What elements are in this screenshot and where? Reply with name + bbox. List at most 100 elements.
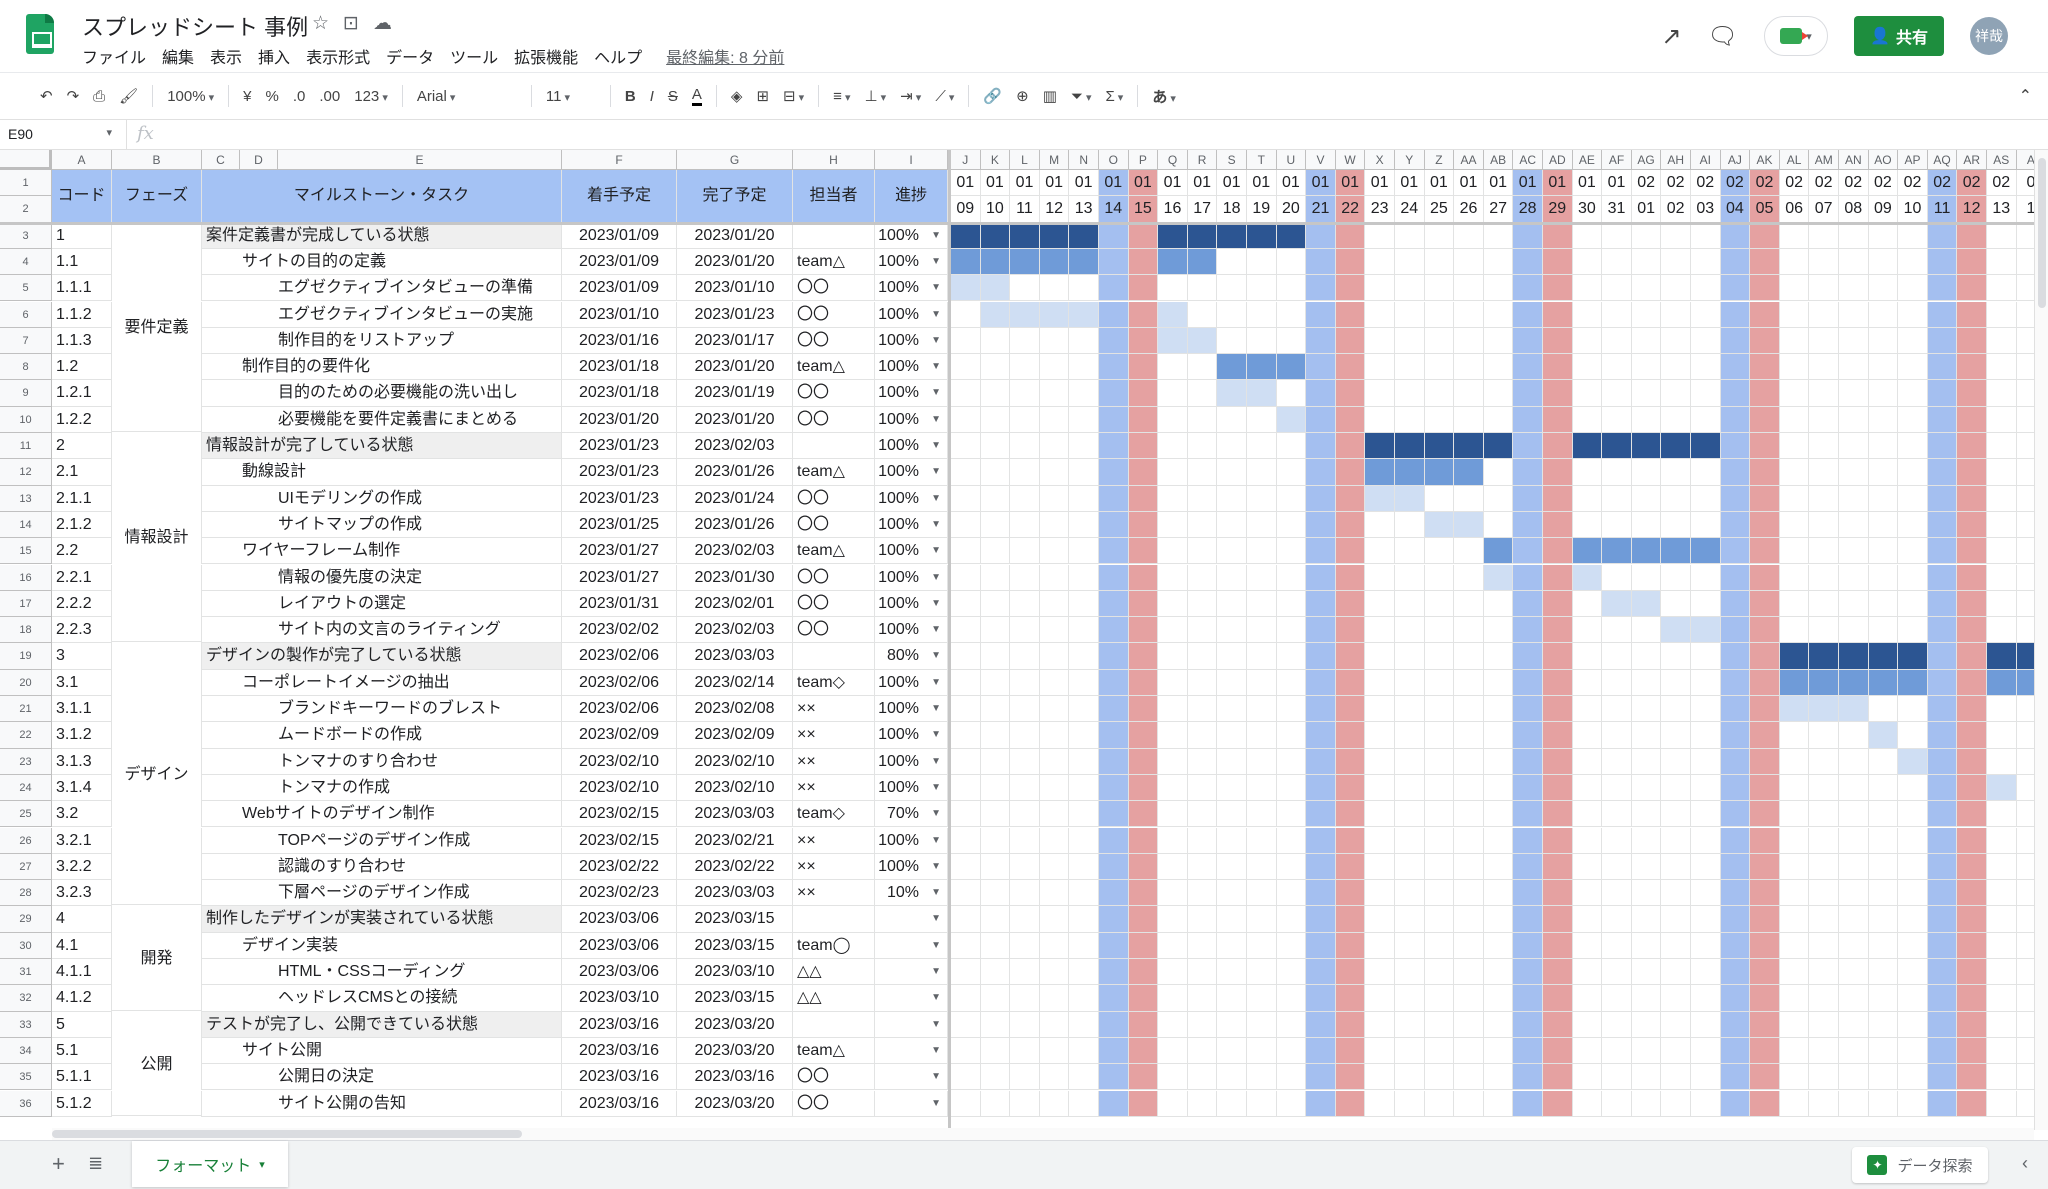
owner-cell[interactable]: 〇〇 [793,564,875,591]
gantt-cell[interactable] [2016,880,2034,907]
gantt-cell[interactable] [1276,564,1307,591]
gantt-cell[interactable] [1010,801,1040,828]
column-header[interactable]: X [1365,150,1395,170]
gantt-cell[interactable] [1158,774,1188,802]
gantt-cell[interactable] [1365,774,1395,802]
gantt-cell[interactable] [1217,801,1247,828]
progress-cell[interactable]: 100% ▼ [875,433,948,460]
gantt-cell[interactable] [1276,722,1307,749]
gantt-cell[interactable] [1010,433,1040,460]
gantt-cell[interactable] [1957,959,1987,986]
gantt-cell[interactable] [1927,643,1958,670]
dropdown-arrow-icon[interactable]: ▼ [931,933,941,959]
gantt-cell[interactable] [1720,1011,1751,1038]
gantt-cell[interactable] [1839,906,1869,933]
gantt-cell[interactable] [1247,932,1277,959]
gantt-cell[interactable] [1010,248,1040,276]
column-header[interactable]: Q [1158,150,1188,170]
gantt-cell[interactable] [1631,485,1662,512]
gantt-cell[interactable] [2016,1011,2034,1038]
gantt-cell[interactable] [1809,485,1839,512]
column-header[interactable]: H [793,150,875,170]
gantt-cell[interactable] [1957,327,1987,355]
gantt-cell[interactable] [1187,1090,1218,1117]
owner-cell[interactable]: team△ [793,248,875,276]
column-header[interactable]: AE [1572,150,1603,170]
gantt-cell[interactable] [1335,801,1366,828]
gantt-cell[interactable] [1010,1037,1040,1065]
gantt-cell[interactable] [1868,774,1899,802]
gantt-cell[interactable] [1099,327,1129,355]
gantt-cell[interactable] [1868,538,1899,565]
gantt-cell[interactable] [1247,985,1277,1012]
gantt-cell[interactable] [1779,1090,1810,1117]
row-header[interactable]: 20 [0,669,52,696]
gantt-cell[interactable] [1454,511,1484,539]
gantt-cell[interactable] [1128,354,1159,381]
gantt-cell[interactable] [980,1090,1011,1117]
gantt-cell[interactable] [1424,643,1455,670]
owner-cell[interactable] [793,433,875,460]
gantt-cell[interactable] [1217,1037,1247,1065]
gantt-cell[interactable] [1779,1037,1810,1065]
gantt-cell[interactable] [1158,590,1188,618]
gantt-cell[interactable] [1572,617,1603,644]
gantt-cell[interactable] [1957,722,1987,749]
gantt-cell[interactable] [1276,590,1307,618]
gantt-cell[interactable] [1661,932,1691,959]
gantt-cell[interactable] [1543,564,1573,591]
row-header[interactable]: 3 [0,222,52,249]
gantt-cell[interactable] [1395,774,1425,802]
gantt-cell[interactable] [1543,932,1573,959]
gantt-cell[interactable] [1276,748,1307,775]
row-header[interactable]: 34 [0,1037,52,1065]
gantt-cell[interactable] [1395,354,1425,381]
gantt-cell[interactable] [1187,959,1218,986]
gantt-cell[interactable] [980,538,1011,565]
gantt-cell[interactable] [1779,932,1810,959]
gantt-cell[interactable] [1128,511,1159,539]
gantt-cell[interactable] [2016,511,2034,539]
gantt-cell[interactable] [1661,538,1691,565]
gantt-cell[interactable] [1661,248,1691,276]
gantt-cell[interactable] [1069,959,1099,986]
dropdown-arrow-icon[interactable]: ▼ [931,1064,941,1090]
gantt-cell[interactable] [1039,669,1070,696]
gantt-cell[interactable] [1839,617,1869,644]
gantt-cell[interactable] [1483,748,1514,775]
menu-item[interactable]: 拡張機能 [514,44,578,68]
gantt-cell[interactable] [1158,380,1188,407]
gantt-cell[interactable] [1099,669,1129,696]
spreadsheet-grid[interactable]: A B C D E F G H I J K L M N O P Q R S T U V W X Y Z AA AB AC AD AE AF AG… [0,150,2034,1130]
gantt-cell[interactable] [1543,880,1573,907]
gantt-cell[interactable] [1927,380,1958,407]
start-date-cell[interactable]: 2023/03/16 [562,1090,677,1117]
gantt-cell[interactable] [1069,485,1099,512]
gantt-cell[interactable] [1128,459,1159,486]
gantt-cell[interactable] [1631,380,1662,407]
gantt-cell[interactable] [1987,932,2017,959]
gantt-cell[interactable] [1306,1037,1336,1065]
gantt-cell[interactable] [1927,275,1958,302]
gantt-cell[interactable] [1661,1090,1691,1117]
owner-cell[interactable]: 〇〇 [793,590,875,618]
gantt-cell[interactable] [1365,696,1395,723]
code-cell[interactable]: 2.1.2 [52,511,112,539]
gantt-cell[interactable] [1424,748,1455,775]
code-cell[interactable]: 5.1 [52,1037,112,1065]
insert-comment-icon[interactable]: ⊕ [1016,87,1029,105]
gantt-cell[interactable] [1572,669,1603,696]
gantt-cell[interactable] [1454,485,1484,512]
gantt-cell[interactable] [1602,696,1632,723]
gantt-cell[interactable] [2016,722,2034,749]
progress-cell[interactable]: 100% ▼ [875,485,948,512]
gantt-cell[interactable] [1187,406,1218,433]
gantt-cell[interactable] [1602,511,1632,539]
gantt-cell[interactable] [2016,590,2034,618]
gantt-cell[interactable] [1247,327,1277,355]
gantt-cell[interactable] [1395,564,1425,591]
gantt-cell[interactable] [1395,1064,1425,1091]
scroll-thumb[interactable] [2038,158,2046,308]
owner-cell[interactable]: 〇〇 [793,511,875,539]
gantt-cell[interactable] [1365,748,1395,775]
